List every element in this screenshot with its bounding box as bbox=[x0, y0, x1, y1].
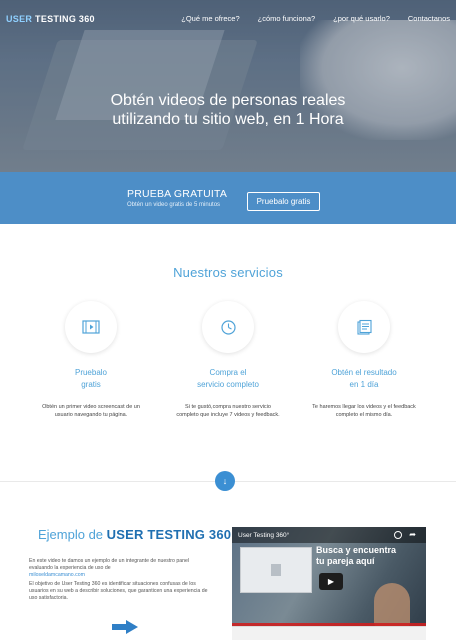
example-description: En este video te damos un ejemplo de un … bbox=[29, 558, 209, 602]
service-card-icon-1 bbox=[65, 301, 117, 353]
video-title: User Testing 360° bbox=[238, 532, 290, 539]
arrow-down-icon: ↓ bbox=[222, 476, 228, 486]
service-name-1: Pruebalo gratis bbox=[74, 368, 108, 389]
arrow-right-icon bbox=[112, 620, 138, 634]
video-icon bbox=[82, 320, 100, 334]
top-navigation: USER TESTING 360 ¿Qué me ofrece? ¿cómo f… bbox=[0, 0, 456, 40]
free-trial-band: PRUEBA GRATUITA Obtén un video gratis de… bbox=[0, 172, 456, 224]
hero-section: USER TESTING 360 ¿Qué me ofrece? ¿cómo f… bbox=[0, 0, 456, 172]
document-icon bbox=[356, 319, 372, 335]
nav-link-por-que-usarlo[interactable]: ¿por qué usarlo? bbox=[333, 14, 390, 23]
play-button[interactable]: ▶ bbox=[319, 573, 343, 590]
nav-link-que-me-ofrece[interactable]: ¿Qué me ofrece? bbox=[181, 14, 239, 23]
services-title: Nuestros servicios bbox=[173, 265, 283, 280]
example-site-link[interactable]: miloseldamcamano.com bbox=[29, 572, 209, 579]
video-overlay-text: Busca y encuentra tu pareja aquí bbox=[316, 545, 397, 566]
share-icon[interactable]: ➦ bbox=[409, 530, 416, 539]
service-name-2: Compra el servicio completo bbox=[197, 368, 259, 389]
example-video-player[interactable]: User Testing 360° ➦ Busca y encuentra tu… bbox=[232, 527, 426, 640]
watch-later-icon[interactable] bbox=[394, 531, 402, 539]
service-name-3: Obtén el resultado en 1 día bbox=[331, 368, 397, 389]
free-trial-title: PRUEBA GRATUITA bbox=[127, 188, 228, 200]
nav-links: ¿Qué me ofrece? ¿cómo funciona? ¿por qué… bbox=[181, 14, 450, 23]
service-card-icon-3 bbox=[338, 301, 390, 353]
nav-link-contactanos[interactable]: Contactanos bbox=[408, 14, 450, 23]
video-person-image bbox=[374, 583, 410, 627]
play-icon: ▶ bbox=[327, 577, 335, 586]
video-bottom-strip bbox=[232, 626, 426, 640]
free-trial-subtitle: Obtén un video gratis de 5 minutos bbox=[127, 202, 221, 208]
scroll-down-button[interactable]: ↓ bbox=[215, 471, 235, 491]
service-desc-3: Te haremos llegar los videos y el feedba… bbox=[312, 404, 416, 418]
video-screenshot-panel bbox=[240, 547, 312, 593]
hero-headline: Obtén videos de personas reales utilizan… bbox=[110, 92, 346, 128]
nav-link-como-funciona[interactable]: ¿cómo funciona? bbox=[258, 14, 316, 23]
example-title: Ejemplo de USER TESTING 360 bbox=[38, 527, 232, 542]
site-logo[interactable]: USER TESTING 360 bbox=[6, 14, 95, 24]
clock-icon bbox=[220, 319, 236, 335]
service-card-icon-2 bbox=[202, 301, 254, 353]
try-free-button[interactable]: Pruebalo gratis bbox=[247, 192, 320, 211]
service-desc-1: Obtén un primer video screencast de un u… bbox=[42, 404, 140, 418]
service-desc-2: Si te gustó,compra nuestro servicio comp… bbox=[176, 404, 280, 418]
